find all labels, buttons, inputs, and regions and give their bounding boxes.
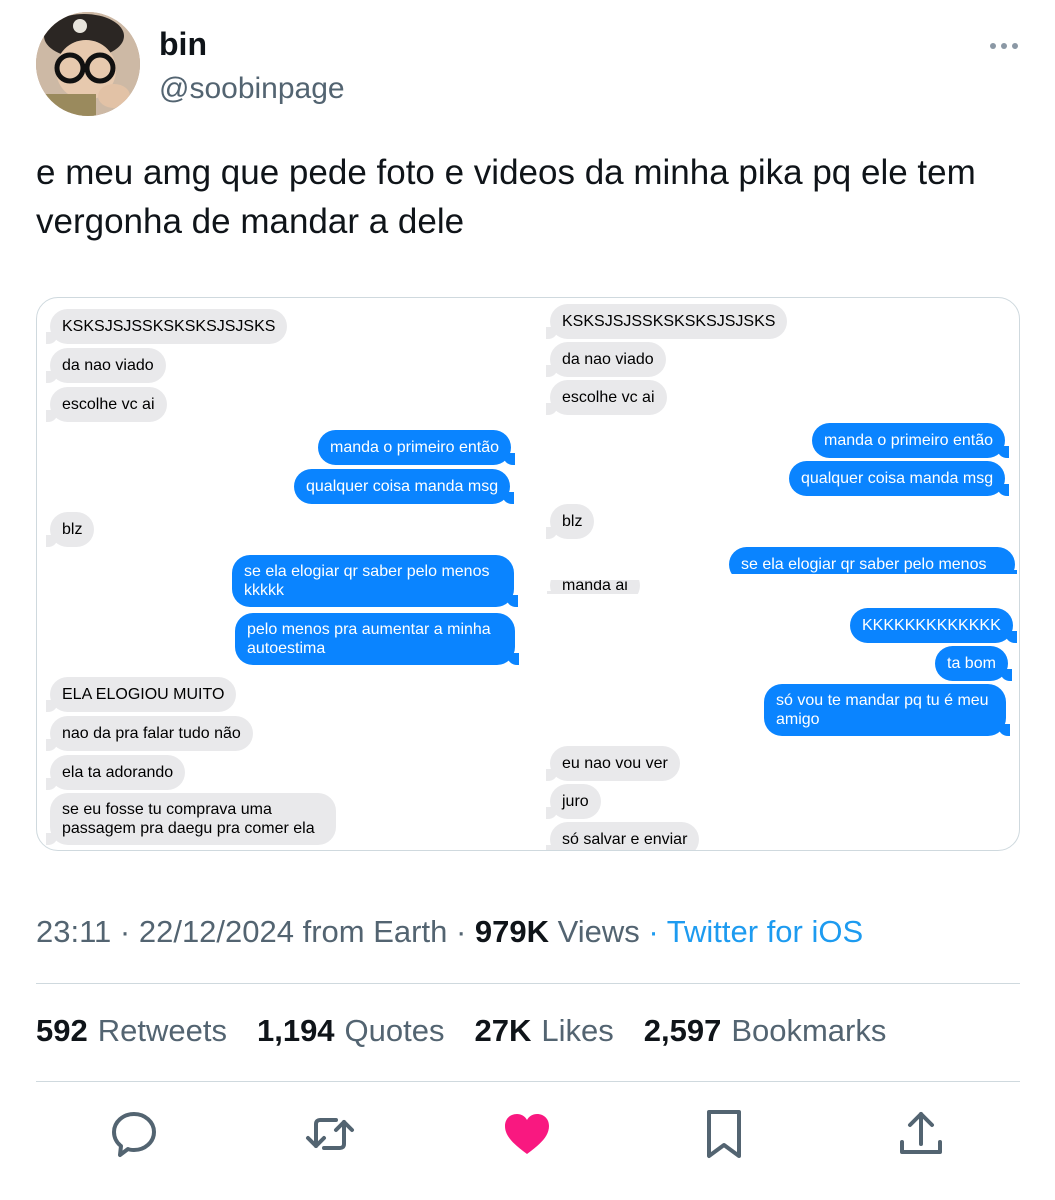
tweet-meta: 23:11 · 22/12/2024 from Earth · 979K Vie… [36, 914, 864, 949]
chat-bubble-incoming: blz [45, 512, 95, 547]
reply-icon[interactable] [108, 1108, 160, 1160]
chat-bubble-incoming: juro [546, 784, 601, 819]
divider [36, 983, 1020, 984]
share-icon[interactable] [895, 1108, 947, 1160]
more-options-icon[interactable] [990, 38, 1024, 54]
chat-bubble-outgoing: qualquer coisa manda msg [294, 469, 515, 504]
chat-bubble-incoming: só salvar e enviar [545, 822, 700, 850]
chat-bubble-outgoing: se ela elogiar qr saber pelo menos kkkkk [232, 555, 518, 607]
chat-bubble-incoming: da nao viado [546, 342, 666, 377]
chat-bubble-outgoing: se ela elogiar qr saber pelo menos [729, 547, 1017, 574]
divider [36, 1081, 1020, 1082]
engagement-stats: 592 Retweets 1,194 Quotes 27K Likes 2,597 Bo… [36, 1013, 886, 1049]
clipped-bubble [553, 297, 623, 298]
clipped-bubble [49, 297, 119, 298]
chat-bubble-outgoing: manda o primeiro então [812, 423, 1009, 458]
author-handle[interactable]: @soobinpage [159, 72, 345, 106]
chat-bubble-outgoing: KKKKKKKKKKKKK [850, 608, 1017, 643]
chat-bubble-incoming: se eu fosse tu comprava uma passagem pra… [46, 793, 336, 845]
tweet-media-image[interactable]: KSKSJSJSSKSKSKSJSJSKS da nao viado escol… [36, 297, 1020, 851]
chat-bubble-incoming: manda ai [547, 580, 640, 594]
likes-label: Likes [541, 1013, 614, 1048]
chat-bubble-incoming: nao da pra falar tudo não [46, 716, 253, 751]
views-label: Views [557, 914, 640, 949]
bookmarks-label: Bookmarks [731, 1013, 887, 1048]
quotes-count: 1,194 [256, 1013, 335, 1048]
chat-bubble-outgoing: qualquer coisa manda msg [789, 461, 1010, 496]
tweet-time[interactable]: 23:11 [36, 914, 111, 949]
retweets-label: Retweets [97, 1013, 227, 1048]
chat-bubble-incoming: ELA ELOGIOU MUITO [45, 677, 237, 712]
tweet-text: e meu amg que pede foto e videos da minh… [36, 153, 976, 241]
chat-bubble-outgoing: só vou te mandar pq tu é meu amigo [764, 684, 1010, 736]
chat-bubble-incoming: eu nao vou ver [546, 746, 680, 781]
chat-bubble-incoming: da nao viado [46, 348, 166, 383]
likes-stat[interactable]: 27K Likes [475, 1013, 614, 1049]
quotes-label: Quotes [344, 1013, 445, 1048]
chat-bubble-incoming: KSKSJSJSSKSKSKSJSJSKS [45, 309, 288, 344]
chat-bubble-incoming: blz [545, 504, 595, 539]
heart-icon[interactable] [501, 1108, 553, 1160]
tweet-source-link[interactable]: Twitter for iOS [667, 914, 863, 949]
clipped-region: manda ai [547, 580, 657, 594]
chat-bubble-outgoing: pelo menos pra aumentar a minha autoesti… [235, 613, 519, 665]
clipped-region: se ela elogiar qr saber pelo menos [727, 546, 1017, 574]
quotes-stat[interactable]: 1,194 Quotes [257, 1013, 445, 1049]
tweet-location: from Earth [302, 914, 448, 949]
chat-bubble-incoming: escolhe vc ai [46, 387, 167, 422]
chat-bubble-incoming: escolhe vc ai [546, 380, 667, 415]
bookmarks-stat[interactable]: 2,597 Bookmarks [644, 1013, 887, 1049]
bookmark-icon[interactable] [698, 1108, 750, 1160]
retweets-count: 592 [36, 1013, 88, 1048]
chat-bubble-outgoing: manda o primeiro então [318, 430, 515, 465]
chat-bubble-incoming: ela ta adorando [45, 755, 186, 790]
retweets-stat[interactable]: 592 Retweets [36, 1013, 227, 1049]
author-name[interactable]: bin [159, 26, 207, 63]
bookmarks-count: 2,597 [643, 1013, 722, 1048]
views-count: 979K [474, 914, 550, 949]
chat-bubble-outgoing: ta bom [935, 646, 1012, 681]
avatar[interactable] [36, 12, 140, 116]
retweet-icon[interactable] [304, 1108, 356, 1160]
likes-count: 27K [474, 1013, 532, 1048]
chat-bubble-incoming: KSKSJSJSSKSKSKSJSJSKS [545, 304, 788, 339]
tweet-date[interactable]: 22/12/2024 [139, 914, 294, 949]
